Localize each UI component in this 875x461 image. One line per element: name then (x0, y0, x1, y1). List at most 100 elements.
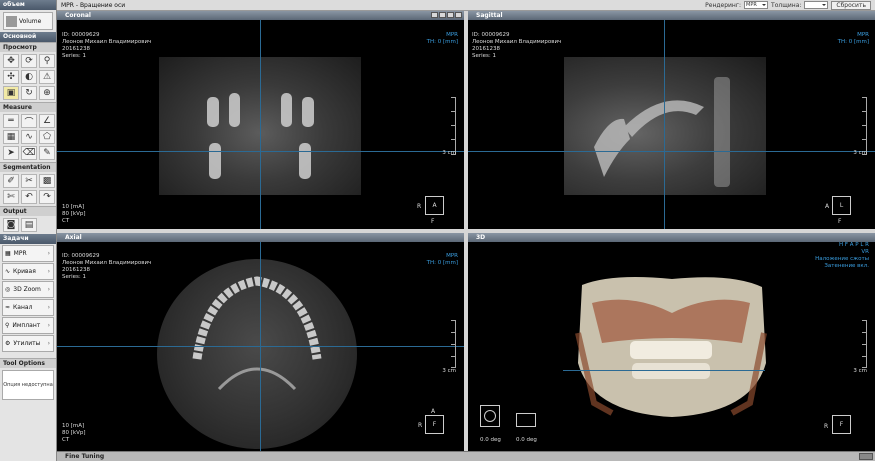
measure-section-header: Measure (0, 102, 56, 112)
warning-icon[interactable]: ⚠ (39, 70, 55, 84)
mpr-icon: ▦ (5, 250, 11, 257)
task-label: Утилиты (13, 340, 41, 347)
task-item[interactable]: ⚙ Утилиты › (2, 335, 54, 352)
view-section-header: Просмотр (0, 42, 56, 52)
close-icon[interactable] (455, 12, 462, 18)
horizontal-splitter[interactable] (57, 229, 875, 233)
orientation-left: R (417, 203, 422, 210)
sagittal-viewport[interactable]: Sagittal ID: 00009629 Леонов Михаил Влад… (468, 11, 875, 229)
axial-viewport[interactable]: Axial ID: 00009629 Леонов Михаил Владими… (57, 233, 464, 451)
patient-id: ID: 00009629 (62, 32, 100, 38)
patient-id: ID: 00009629 (62, 253, 100, 259)
eraser-icon[interactable]: ⌫ (21, 146, 37, 160)
orientation-cube[interactable]: F (425, 415, 444, 434)
undo-icon[interactable]: ↶ (21, 190, 37, 204)
patient-info: ID: 00009629 Леонов Михаил Владимирович … (62, 253, 151, 281)
study-date: 20161238 (472, 46, 500, 52)
implant-icon: ⚲ (5, 322, 10, 329)
modality: CT (62, 437, 70, 443)
coronal-viewport[interactable]: Coronal ID: 00009629 Леонов Михаил Влади… (57, 11, 464, 229)
sagittal-header: Sagittal (468, 11, 875, 20)
polygon-icon[interactable]: ⬠ (39, 130, 55, 144)
task-item[interactable]: ⚲ Имплант › (2, 317, 54, 334)
3d-reference-line (563, 370, 765, 371)
patient-id: ID: 00009629 (472, 32, 510, 38)
maximize-icon[interactable] (439, 12, 446, 18)
pan-icon[interactable]: ✣ (3, 70, 19, 84)
layout-icon[interactable] (431, 12, 438, 18)
scale-ruler (861, 97, 867, 155)
scale-label: 3 cm (853, 150, 867, 156)
fine-tuning-bar[interactable]: Fine Tuning (57, 451, 875, 461)
zoom3d-icon: ◎ (5, 286, 11, 293)
task-item[interactable]: ≈ Канал › (2, 299, 54, 316)
annotation-icon[interactable]: ✎ (39, 146, 55, 160)
printer-icon[interactable]: ▤ (21, 218, 37, 232)
scale-label: 3 cm (853, 368, 867, 374)
camera-icon[interactable]: ◙ (3, 218, 19, 232)
orientation-left: R (824, 423, 829, 430)
volume-button-label: Volume (19, 17, 42, 25)
move-icon[interactable]: ✥ (3, 54, 19, 68)
orientation-cube[interactable]: A (425, 196, 444, 215)
utilities-icon: ⚙ (5, 340, 11, 347)
axial-title: Axial (65, 234, 82, 241)
patient-name: Леонов Михаил Владимирович (62, 39, 152, 45)
sculpt-icon[interactable]: ✂ (21, 174, 37, 188)
app-window: объем Volume Основной Просмотр ✥ ⟳ ⚲ ✣ ◐ ⚠ ▣ ↻ ⊕… (0, 0, 875, 461)
task-item[interactable]: ∿ Кривая › (2, 263, 54, 280)
window-level-icon[interactable]: ◐ (21, 70, 37, 84)
series-number: Series: 1 (62, 53, 87, 59)
task-item[interactable]: ◎ 3D Zoom › (2, 281, 54, 298)
render-mode: MPR (446, 32, 458, 38)
study-date: 20161238 (62, 46, 90, 52)
3d-title: 3D (476, 234, 486, 241)
colormap-icon[interactable]: ▩ (39, 174, 55, 188)
ruler-icon[interactable]: ═ (3, 114, 19, 128)
crosshair-icon[interactable]: ⊕ (39, 86, 55, 100)
render-label: Рендеринг: (705, 1, 742, 9)
canal-icon: ≈ (5, 304, 11, 311)
arc-icon[interactable]: ⌒ (21, 114, 37, 128)
orientation-cube[interactable]: F (832, 415, 851, 434)
grid-icon[interactable]: ▦ (3, 130, 19, 144)
tube-voltage: 80 [kVp] (62, 430, 86, 436)
reset-button[interactable]: Сбросить (831, 0, 871, 10)
3d-header: 3D (468, 233, 875, 242)
expand-icon[interactable] (859, 453, 873, 460)
measure-tools: ═ ⌒ ∠ ▦ ∿ ⬠ ➤ ⌫ ✎ (0, 112, 56, 162)
rotate-horizontal-icon[interactable] (480, 405, 500, 427)
thickness-select[interactable] (804, 1, 829, 9)
redo-icon[interactable]: ↷ (39, 190, 55, 204)
rotate-3d-icon[interactable]: ↻ (21, 86, 37, 100)
rotate-icon[interactable]: ⟳ (21, 54, 37, 68)
tool-options-panel: Опция недоступна (2, 370, 54, 400)
thickness-readout: TH: 0 [mm] (837, 39, 869, 45)
chevron-right-icon: › (47, 268, 50, 275)
brush-icon[interactable]: ✐ (3, 174, 19, 188)
rotate-vertical-icon[interactable] (516, 413, 536, 427)
volume-button[interactable]: Volume (3, 12, 53, 30)
pointer-icon[interactable]: ➤ (3, 146, 19, 160)
orientation-bottom: F (838, 218, 842, 225)
zoom-icon[interactable]: ⚲ (39, 54, 55, 68)
task-item[interactable]: ▦ MPR › (2, 245, 54, 262)
sagittal-crosshair-v (664, 20, 665, 229)
scale-ruler (450, 320, 456, 368)
curve-icon[interactable]: ∿ (21, 130, 37, 144)
tube-voltage: 80 [kVp] (62, 211, 86, 217)
sagittal-crosshair-h (468, 151, 875, 152)
scale-label: 3 cm (442, 150, 456, 156)
patient-info: ID: 00009629 Леонов Михаил Владимирович … (62, 32, 151, 60)
select-icon[interactable]: ▣ (3, 86, 19, 100)
settings-icon[interactable] (447, 12, 454, 18)
render-select[interactable]: MPR (744, 1, 769, 9)
3d-viewport[interactable]: 3D H F A P L R VR Наложение сжоты Затене… (468, 233, 875, 451)
study-date: 20161238 (62, 267, 90, 273)
chevron-right-icon: › (47, 250, 50, 257)
axial-header: Axial (57, 233, 464, 242)
thickness-readout: TH: 0 [mm] (426, 39, 458, 45)
orientation-cube[interactable]: L (832, 196, 851, 215)
angle-icon[interactable]: ∠ (39, 114, 55, 128)
cut-icon[interactable]: ✄ (3, 190, 19, 204)
